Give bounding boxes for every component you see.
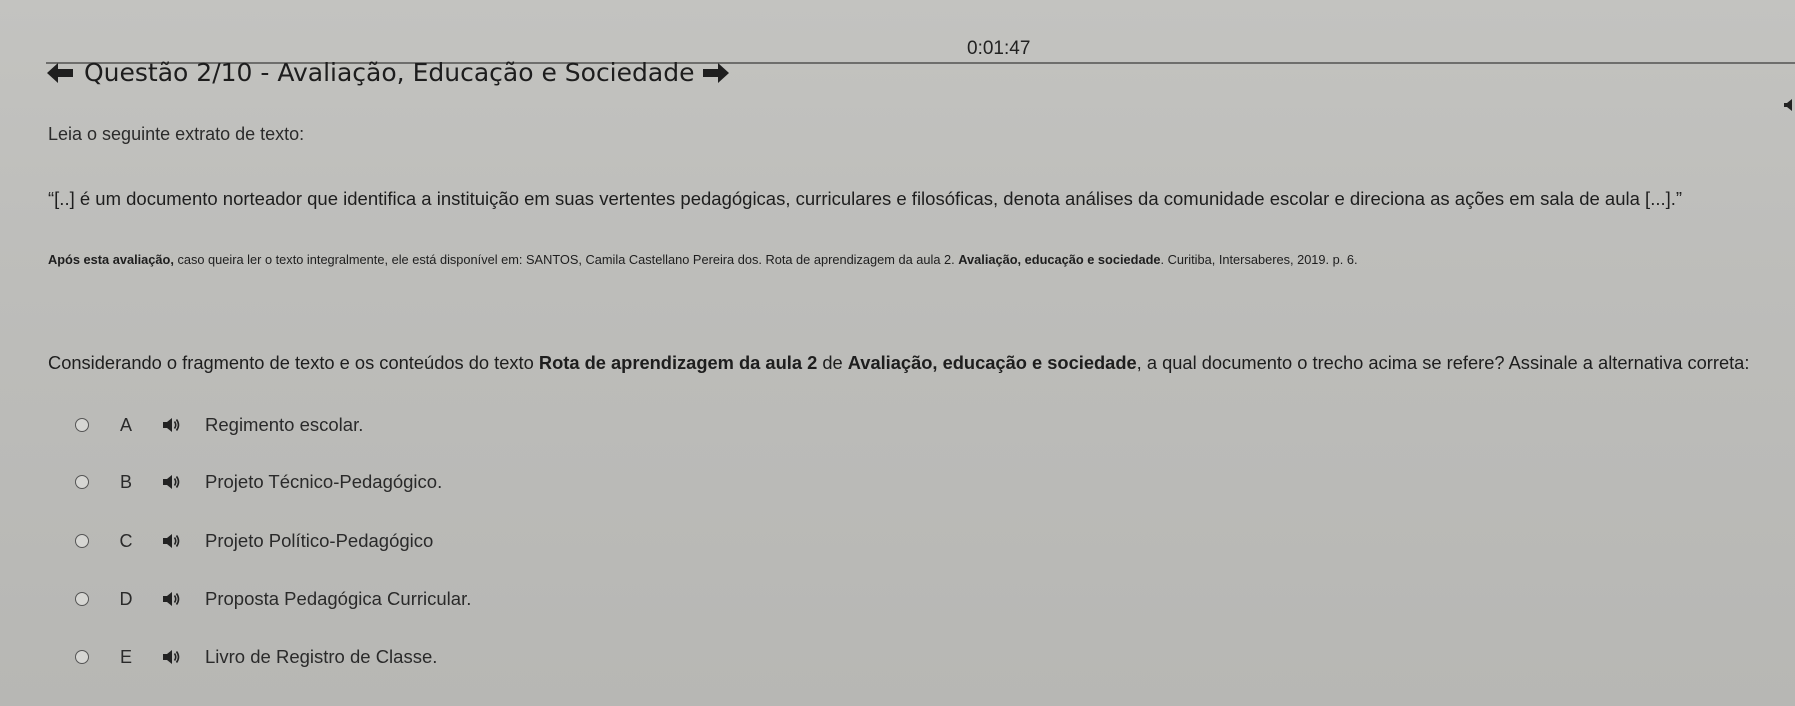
speaker-icon[interactable] xyxy=(163,649,181,665)
quote-text: “[..] é um documento norteador que ident… xyxy=(48,188,1683,209)
option-letter: B xyxy=(119,471,132,492)
radio-unselected-icon[interactable] xyxy=(75,418,89,432)
question-bold-2: Avaliação, educação e sociedade xyxy=(847,352,1137,373)
question-bold-1: Rota de aprendizagem da aula 2 xyxy=(538,352,818,373)
quiz-page: 0:01:47 Questão 2/10 - Avaliação, Educaç… xyxy=(0,0,1795,706)
question-part-2: de xyxy=(817,352,848,373)
speaker-icon[interactable] xyxy=(163,533,181,549)
source-text-2: . Curitiba, Intersaberes, 2019. p. 6. xyxy=(1160,252,1358,267)
option-a[interactable]: A Regimento escolar. xyxy=(75,410,363,440)
timer: 0:01:47 xyxy=(967,38,1031,59)
option-text: Projeto Técnico-Pedagógico. xyxy=(205,471,443,492)
arrow-right-icon[interactable] xyxy=(700,61,732,85)
option-letter: D xyxy=(119,588,133,609)
option-c[interactable]: C Projeto Político-Pedagógico xyxy=(75,526,433,556)
option-text: Livro de Registro de Classe. xyxy=(205,646,438,667)
option-letter: A xyxy=(119,414,132,435)
option-letter: E xyxy=(119,646,132,667)
speaker-icon[interactable] xyxy=(163,591,181,607)
question-part-3: , a qual documento o trecho acima se ref… xyxy=(1136,352,1750,373)
question-text: Considerando o fragmento de texto e os c… xyxy=(48,352,1749,374)
option-b[interactable]: B Projeto Técnico-Pedagógico. xyxy=(75,467,442,497)
radio-unselected-icon[interactable] xyxy=(75,650,89,664)
source-citation: Após esta avaliação, caso queira ler o t… xyxy=(48,252,1358,267)
question-header: Questão 2/10 - Avaliação, Educação e Soc… xyxy=(44,58,732,87)
radio-unselected-icon[interactable] xyxy=(75,475,89,489)
option-letter: C xyxy=(119,530,133,551)
option-text: Proposta Pedagógica Curricular. xyxy=(205,588,472,609)
source-bold: Avaliação, educação e sociedade xyxy=(958,252,1161,267)
option-e[interactable]: E Livro de Registro de Classe. xyxy=(75,642,437,672)
radio-unselected-icon[interactable] xyxy=(75,534,89,548)
speaker-icon[interactable] xyxy=(1784,98,1795,112)
source-lead: Após esta avaliação, xyxy=(48,252,174,267)
source-text-1: caso queira ler o texto integralmente, e… xyxy=(173,252,959,267)
radio-unselected-icon[interactable] xyxy=(75,592,89,606)
option-d[interactable]: D Proposta Pedagógica Curricular. xyxy=(75,584,471,614)
page-title: Questão 2/10 - Avaliação, Educação e Soc… xyxy=(84,58,695,87)
intro-text: Leia o seguinte extrato de texto: xyxy=(48,124,305,144)
speaker-icon[interactable] xyxy=(163,417,181,433)
arrow-left-icon[interactable] xyxy=(44,61,76,85)
option-text: Projeto Político-Pedagógico xyxy=(205,530,434,551)
speaker-icon[interactable] xyxy=(163,474,181,490)
question-part-1: Considerando o fragmento de texto e os c… xyxy=(48,352,539,373)
option-text: Regimento escolar. xyxy=(205,414,364,435)
